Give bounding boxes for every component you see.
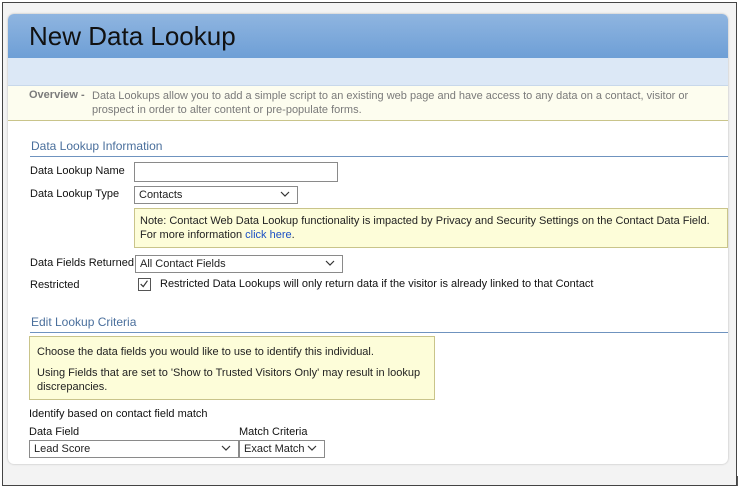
type-label: Data Lookup Type bbox=[30, 188, 120, 200]
privacy-note-end: . bbox=[291, 229, 295, 241]
data-lookup-type-select[interactable]: Contacts bbox=[134, 186, 298, 204]
overview-banner: Overview - Data Lookups allow you to add… bbox=[8, 86, 728, 121]
toolbar-strip bbox=[8, 58, 728, 86]
chevron-down-icon bbox=[307, 445, 317, 451]
restricted-description: Restricted Data Lookups will only return… bbox=[160, 278, 594, 290]
section-heading-info-label: Data Lookup Information bbox=[31, 139, 163, 153]
checkmark-icon bbox=[140, 280, 148, 288]
data-field-label: Data Field bbox=[29, 426, 80, 438]
data-lookup-name-input[interactable] bbox=[134, 162, 338, 182]
data-fields-returned-value: All Contact Fields bbox=[140, 258, 226, 270]
privacy-note: Note: Contact Web Data Lookup functional… bbox=[134, 208, 728, 248]
identify-label: Identify based on contact field match bbox=[29, 408, 208, 420]
page-title: New Data Lookup bbox=[29, 21, 236, 51]
restricted-checkbox[interactable] bbox=[138, 278, 151, 291]
data-lookup-panel: New Data Lookup Overview - Data Lookups … bbox=[8, 14, 728, 464]
criteria-instructions: Choose the data fields you would like to… bbox=[29, 336, 435, 400]
match-criteria-value: Exact Match bbox=[244, 443, 305, 455]
click-here-link[interactable]: click here bbox=[245, 229, 291, 241]
overview-label: Overview - bbox=[29, 89, 85, 101]
privacy-note-text: Note: Contact Web Data Lookup functional… bbox=[140, 215, 710, 241]
criteria-instruction-1: Choose the data fields you would like to… bbox=[37, 346, 374, 358]
restricted-label: Restricted bbox=[30, 279, 80, 291]
chevron-down-icon bbox=[325, 260, 335, 266]
section-heading-criteria: Edit Lookup Criteria bbox=[30, 312, 728, 333]
section-heading-criteria-label: Edit Lookup Criteria bbox=[31, 315, 137, 329]
resize-grip[interactable] bbox=[737, 476, 741, 486]
data-lookup-type-value: Contacts bbox=[139, 189, 183, 201]
fields-returned-label: Data Fields Returned bbox=[30, 257, 134, 269]
data-field-value: Lead Score bbox=[34, 443, 91, 455]
criteria-instruction-2: Using Fields that are set to 'Show to Tr… bbox=[37, 367, 421, 393]
chevron-down-icon bbox=[280, 191, 290, 197]
data-field-select[interactable]: Lead Score bbox=[29, 440, 239, 458]
section-heading-info: Data Lookup Information bbox=[30, 136, 728, 157]
name-label: Data Lookup Name bbox=[30, 165, 125, 177]
header-bar: New Data Lookup bbox=[8, 14, 728, 58]
match-criteria-select[interactable]: Exact Match bbox=[239, 440, 325, 458]
data-fields-returned-select[interactable]: All Contact Fields bbox=[135, 255, 343, 273]
chevron-down-icon bbox=[221, 445, 231, 451]
overview-text: Data Lookups allow you to add a simple s… bbox=[92, 90, 689, 116]
match-criteria-label: Match Criteria bbox=[239, 426, 308, 438]
